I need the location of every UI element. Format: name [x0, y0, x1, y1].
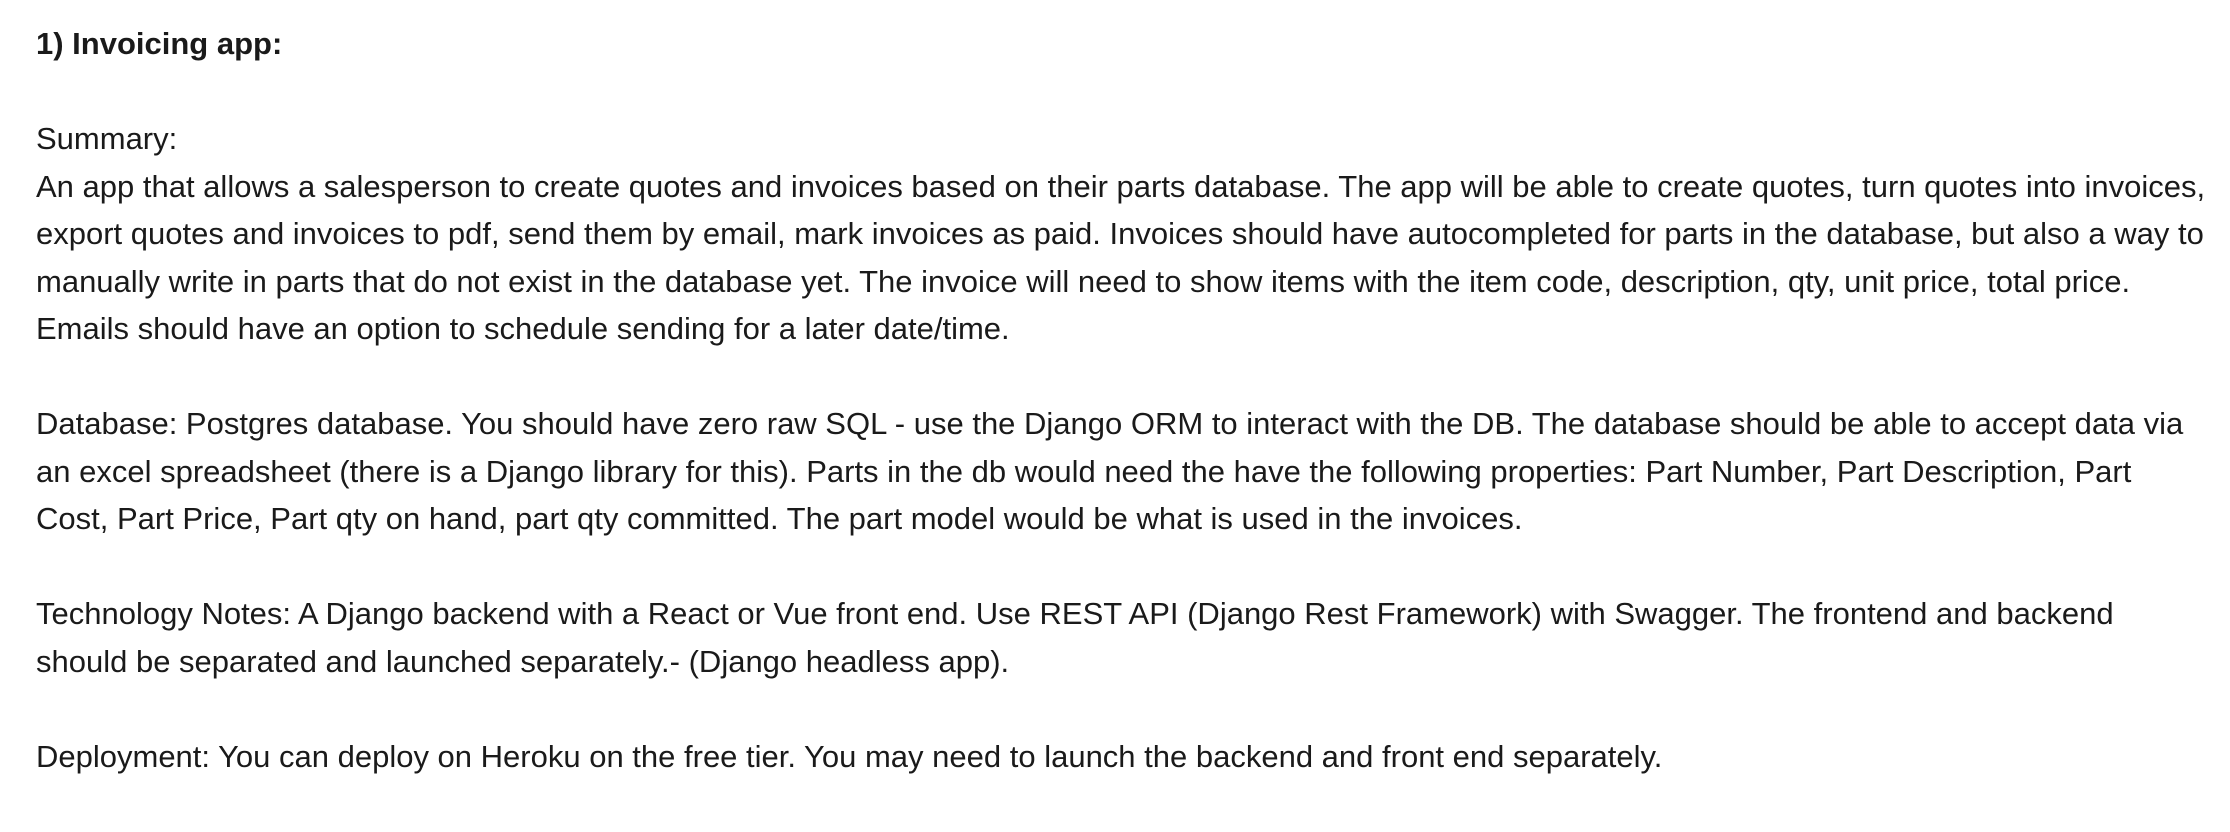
- summary-label: Summary:: [36, 121, 178, 156]
- database-paragraph: Database: Postgres database. You should …: [36, 406, 2184, 536]
- section-heading: 1) Invoicing app:: [36, 26, 283, 61]
- deployment-paragraph: Deployment: You can deploy on Heroku on …: [36, 738, 1663, 774]
- technology-notes-paragraph: Technology Notes: A Django backend with …: [36, 596, 2114, 679]
- summary-paragraph: An app that allows a salesperson to crea…: [36, 168, 2206, 347]
- document-body: 1) Invoicing app: Summary: An app that a…: [36, 20, 2206, 780]
